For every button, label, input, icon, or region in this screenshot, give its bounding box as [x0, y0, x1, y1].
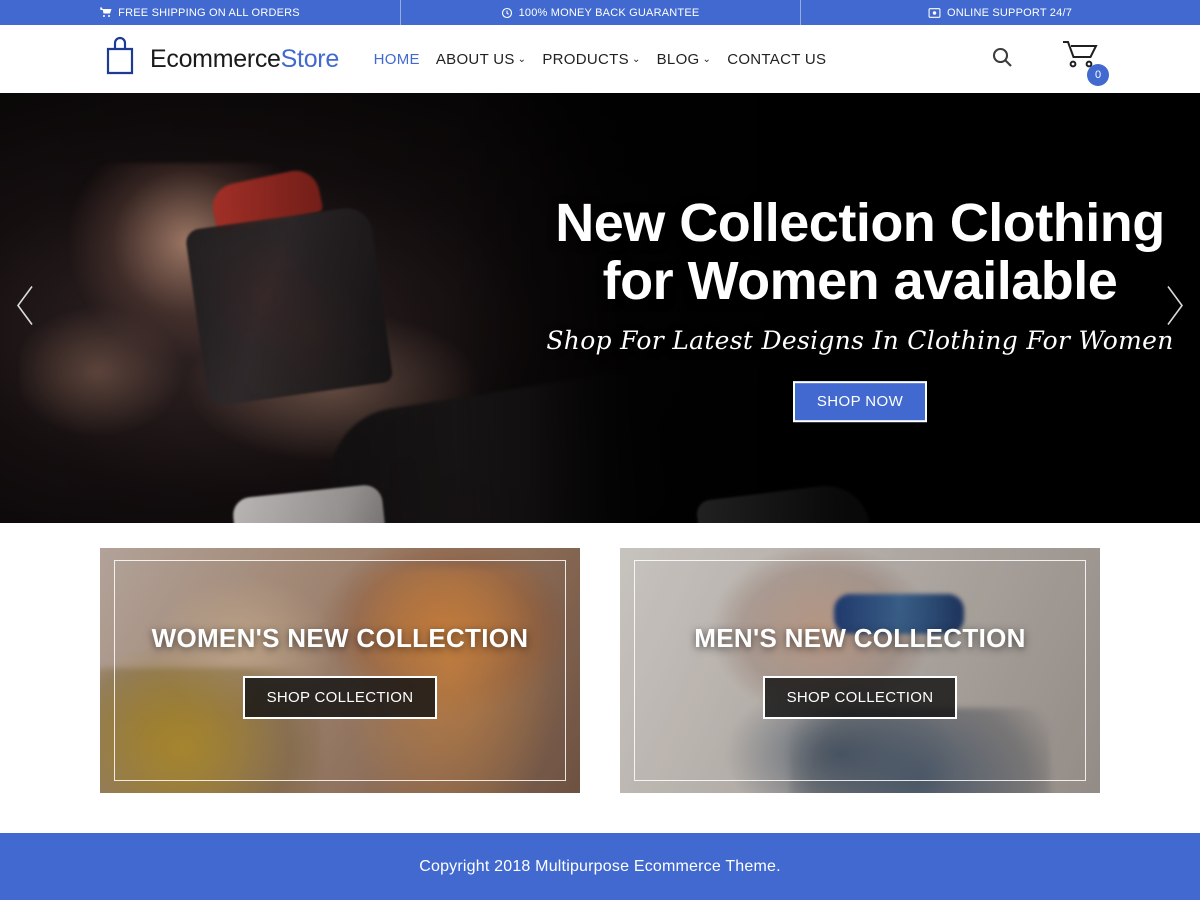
promo-card-title: MEN'S NEW COLLECTION [694, 622, 1026, 653]
chevron-down-icon: ⌄ [702, 54, 712, 65]
nav-item-blog[interactable]: BLOG ⌄ [657, 51, 712, 68]
shop-now-button[interactable]: SHOP NOW [792, 380, 928, 422]
announcement-item-online-support: ONLINE SUPPORT 24/7 [800, 0, 1200, 25]
nav-item-contact-us[interactable]: CONTACT US [727, 51, 826, 68]
carousel-prev-button[interactable] [12, 283, 38, 334]
hero-title-line-2: for Women available [602, 251, 1118, 312]
promo-card-womens[interactable]: WOMEN'S NEW COLLECTION SHOP COLLECTION [100, 548, 580, 793]
shop-collection-button-womens[interactable]: SHOP COLLECTION [242, 675, 438, 719]
announcement-bar: FREE SHIPPING ON ALL ORDERS 100% MONEY B… [0, 0, 1200, 25]
hero-subtitle: Shop For Latest Designs In Clothing For … [546, 325, 1174, 355]
logo-text-primary: Ecommerce [150, 44, 281, 73]
chevron-down-icon: ⌄ [631, 54, 641, 65]
site-footer: Copyright 2018 Multipurpose Ecommerce Th… [0, 833, 1200, 900]
nav-item-label: CONTACT US [727, 50, 827, 68]
clock-icon [501, 7, 513, 19]
nav-item-label: ABOUT US [435, 50, 515, 68]
hero-slider: New Collection Clothing for Women availa… [0, 93, 1200, 523]
nav-item-label: PRODUCTS [542, 50, 629, 68]
shop-collection-button-mens[interactable]: SHOP COLLECTION [762, 675, 958, 719]
nav-item-about-us[interactable]: ABOUT US ⌄ [436, 51, 527, 68]
chevron-down-icon: ⌄ [517, 54, 527, 65]
logo-text: EcommerceStore [150, 45, 339, 74]
shopping-cart-icon [100, 7, 112, 19]
announcement-label: 100% MONEY BACK GUARANTEE [518, 6, 700, 19]
hero-title: New Collection Clothing for Women availa… [520, 194, 1200, 311]
site-header: EcommerceStore HOME ABOUT US ⌄ PRODUCTS … [0, 25, 1200, 93]
header-actions: 0 [990, 40, 1109, 86]
logo-text-accent: Store [280, 44, 340, 73]
hero-title-line-1: New Collection Clothing [555, 193, 1165, 254]
search-icon [990, 45, 1014, 74]
promo-card-title: WOMEN'S NEW COLLECTION [151, 622, 529, 653]
promo-card-mens[interactable]: MEN'S NEW COLLECTION SHOP COLLECTION [620, 548, 1100, 793]
promo-cards-section: WOMEN'S NEW COLLECTION SHOP COLLECTION M… [0, 523, 1200, 833]
hero-content: New Collection Clothing for Women availa… [520, 194, 1200, 422]
nav-item-products[interactable]: PRODUCTS ⌄ [542, 51, 640, 68]
chevron-left-icon [12, 286, 38, 333]
announcement-label: ONLINE SUPPORT 24/7 [946, 6, 1073, 19]
site-logo[interactable]: EcommerceStore [100, 34, 339, 85]
announcement-item-money-back: 100% MONEY BACK GUARANTEE [400, 0, 800, 25]
nav-item-label: HOME [373, 50, 420, 68]
announcement-item-free-shipping: FREE SHIPPING ON ALL ORDERS [0, 0, 400, 25]
nav-item-home[interactable]: HOME [374, 51, 420, 68]
cart-count-badge: 0 [1087, 63, 1109, 86]
headset-support-icon [928, 7, 941, 19]
announcement-label: FREE SHIPPING ON ALL ORDERS [118, 6, 300, 19]
copyright-text: Copyright 2018 Multipurpose Ecommerce Th… [419, 857, 781, 875]
shopping-bag-icon [100, 34, 146, 85]
cart-button[interactable]: 0 [1062, 40, 1109, 86]
nav-item-label: BLOG [656, 50, 700, 68]
search-button[interactable] [990, 45, 1014, 74]
